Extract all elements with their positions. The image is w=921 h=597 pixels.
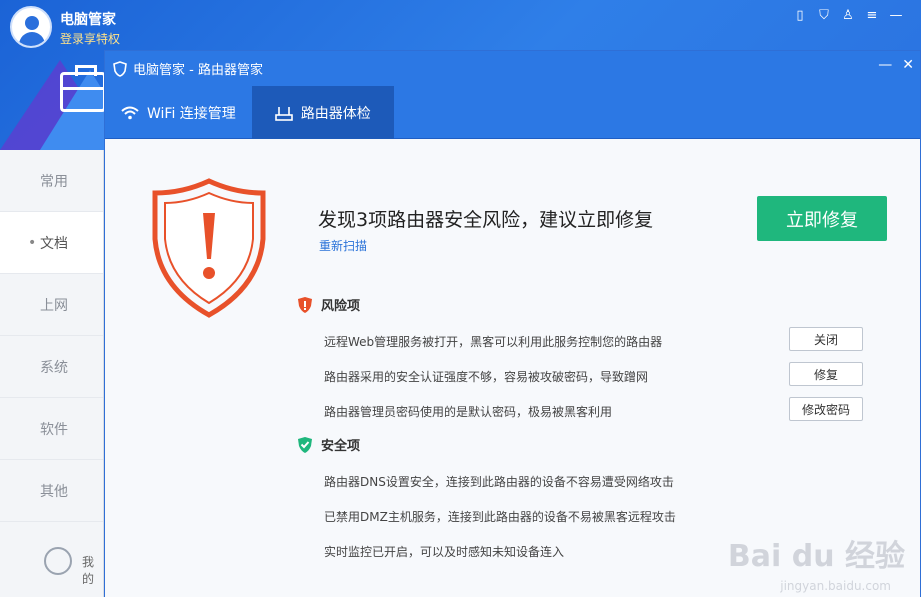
risk-item: 路由器管理员密码使用的是默认密码，极易被黑客利用 <box>324 405 613 419</box>
repair-button[interactable]: 修复 <box>789 362 863 386</box>
avatar[interactable] <box>10 6 52 48</box>
safe-item: 实时监控已开启，可以及时感知未知设备连入 <box>324 545 565 559</box>
sidebar-bottom[interactable]: 我的 <box>0 527 104 597</box>
login-link[interactable]: 登录享特权 <box>60 30 120 47</box>
sidebar: 常用 文档 上网 系统 软件 其他 我的 <box>0 150 104 597</box>
sidebar-bottom-label: 我的 <box>82 555 95 586</box>
user-icon <box>44 547 72 575</box>
router-icon <box>275 106 293 121</box>
shield-icon[interactable]: ⛉ <box>817 8 831 23</box>
sidebar-item-internet[interactable]: 上网 <box>0 274 103 336</box>
minimize-icon[interactable]: — <box>878 57 892 73</box>
minimize-icon[interactable]: — <box>889 8 903 23</box>
risk-item: 远程Web管理服务被打开，黑客可以利用此服务控制您的路由器 <box>324 335 663 349</box>
sidebar-item-system[interactable]: 系统 <box>0 336 103 398</box>
close-service-button[interactable]: 关闭 <box>789 327 863 351</box>
window-titlebar: 电脑管家 - 路由器管家 — ✕ <box>105 51 920 86</box>
safe-section-title: 安全项 <box>297 435 360 454</box>
warning-shield-icon <box>152 178 266 318</box>
router-window: 电脑管家 - 路由器管家 — ✕ WiFi 连接管理 路由器体检 发现3项路由器… <box>104 50 921 597</box>
safe-item: 路由器DNS设置安全，连接到此路由器的设备不容易遭受网络攻击 <box>324 475 674 489</box>
result-headline: 发现3项路由器安全风险，建议立即修复 <box>318 209 654 231</box>
tab-wifi-label: WiFi 连接管理 <box>147 105 236 122</box>
fix-now-button[interactable]: 立即修复 <box>757 196 887 241</box>
sidebar-item-other[interactable]: 其他 <box>0 460 103 522</box>
rescan-link[interactable]: 重新扫描 <box>319 237 367 254</box>
safe-shield-icon <box>298 436 312 453</box>
shirt-icon[interactable]: ♙ <box>841 8 855 23</box>
app-title: 电脑管家 <box>60 12 116 28</box>
wifi-icon <box>121 106 139 119</box>
sidebar-item-common[interactable]: 常用 <box>0 150 103 212</box>
risk-shield-icon <box>298 296 312 313</box>
menu-icon[interactable]: ≡ <box>865 8 879 23</box>
sidebar-item-software[interactable]: 软件 <box>0 398 103 460</box>
safe-item: 已禁用DMZ主机服务，连接到此路由器的设备不易被黑客远程攻击 <box>324 510 676 524</box>
risk-item: 路由器采用的安全认证强度不够，容易被攻破密码，导致蹭网 <box>324 370 649 384</box>
risk-section-title: 风险项 <box>297 295 360 314</box>
sidebar-item-docs[interactable]: 文档 <box>0 212 103 274</box>
change-password-button[interactable]: 修改密码 <box>789 397 863 421</box>
top-toolbar: ▯ ⛉ ♙ ≡ — <box>793 8 903 23</box>
tab-router-check-label: 路由器体检 <box>300 105 371 122</box>
tab-router-check[interactable]: 路由器体检 <box>251 86 394 139</box>
check-content: 发现3项路由器安全风险，建议立即修复 重新扫描 立即修复 风险项 远程Web管理… <box>105 139 920 597</box>
watermark-url: jingyan.baidu.com <box>780 579 891 593</box>
toolbox-icon <box>60 65 106 112</box>
tab-wifi[interactable]: WiFi 连接管理 <box>105 86 252 139</box>
close-icon[interactable]: ✕ <box>902 57 914 73</box>
phone-icon[interactable]: ▯ <box>793 8 807 23</box>
tab-bar: WiFi 连接管理 路由器体检 <box>105 86 920 139</box>
shield-logo-icon <box>113 60 127 77</box>
watermark: Bai du 经验 <box>727 539 905 574</box>
window-title: 电脑管家 - 路由器管家 <box>133 63 263 78</box>
